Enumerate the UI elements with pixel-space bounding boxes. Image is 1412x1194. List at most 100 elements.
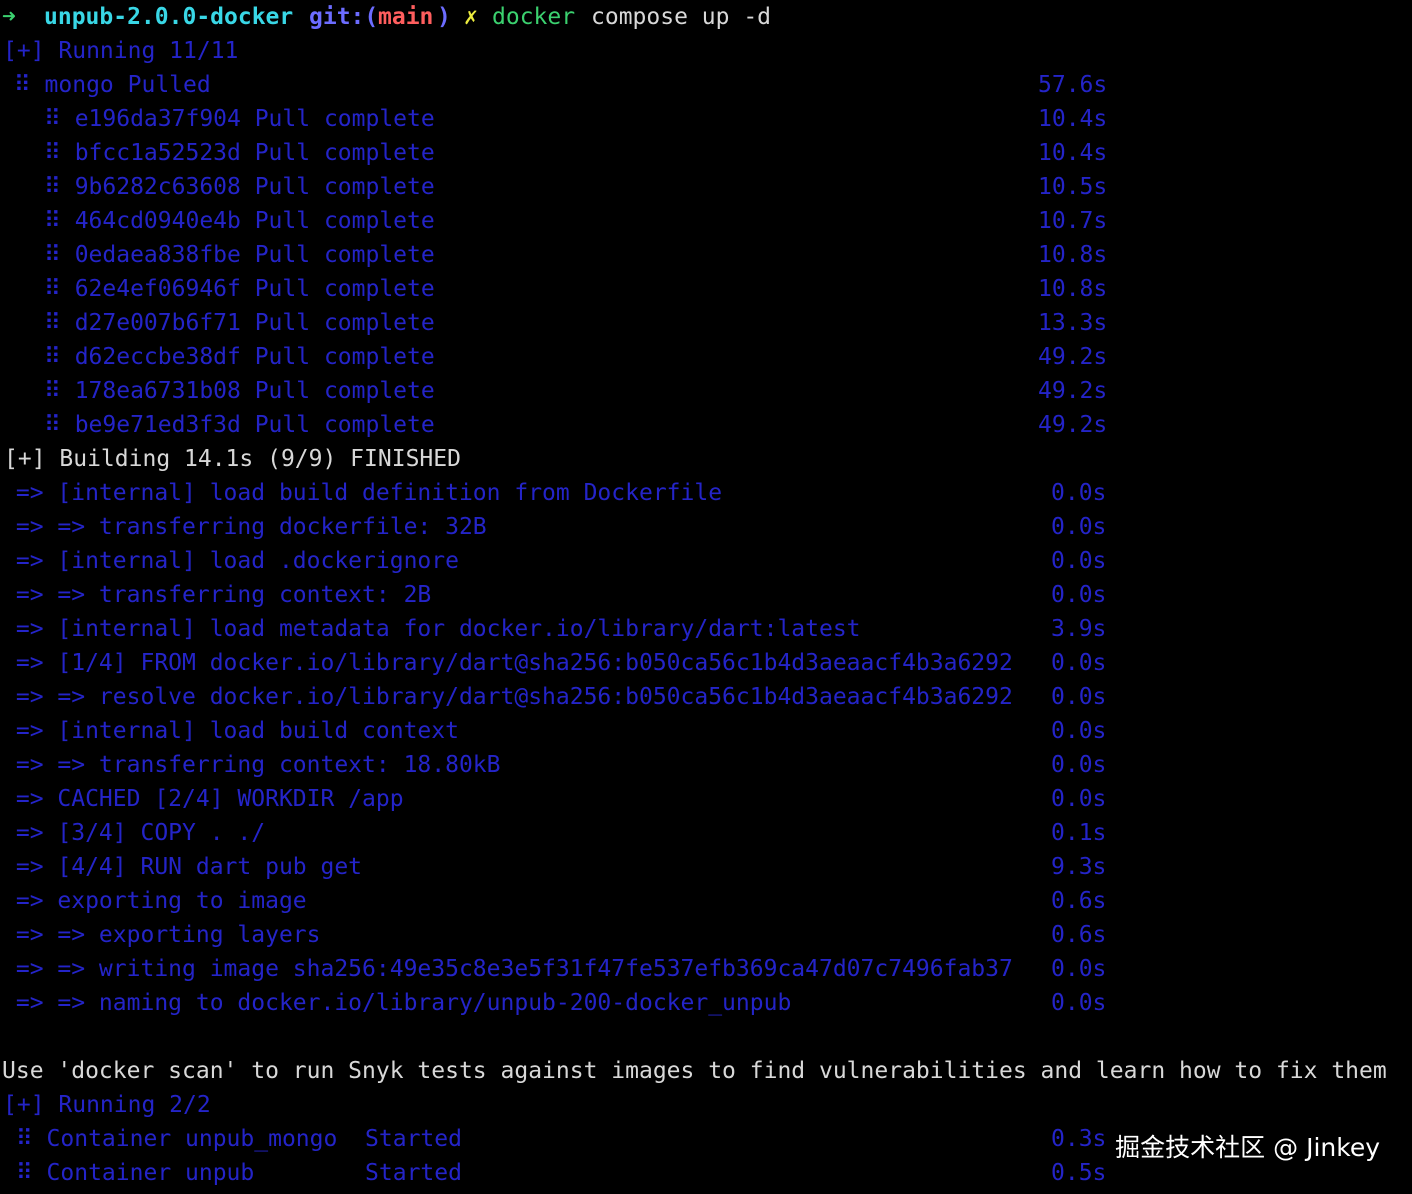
prompt-dirty-icon: ✗ [464,4,478,30]
pull-layer-row-time: 10.5s [1038,174,1108,200]
build-step-row-text: => [internal] load build context [2,718,459,744]
build-step-row-text: => => resolve docker.io/library/dart@sha… [2,684,1013,710]
build-step-row-time: 0.0s [1051,548,1107,574]
build-step-row: => => writing image sha256:49e35c8e3e5f3… [0,952,1412,986]
build-step-row: => => exporting layers 0.6s [0,918,1412,952]
build-step-row-time: 0.0s [1051,684,1107,710]
container-row-text: ⠿ Container unpub_mongo Started [2,1126,462,1152]
build-step-row: => [internal] load .dockerignore 0.0s [0,544,1412,578]
mongo-pulled-label: ⠿ mongo Pulled [0,72,211,98]
running2-header: [+] Running 2/2 [3,1092,211,1118]
pull-layer-row-time: 10.8s [1038,276,1108,302]
pull-layer-row: ⠿ e196da37f904 Pull complete 10.4s [0,102,1412,136]
prompt-git-close: ) [437,4,451,30]
build-step-row: => [4/4] RUN dart pub get 9.3s [0,850,1412,884]
build-step-row-text: => [3/4] COPY . ./ [2,820,266,846]
build-step-row-time: 0.6s [1051,888,1107,914]
pull-layer-row: ⠿ d27e007b6f71 Pull complete 13.3s [0,306,1412,340]
pull-layer-row-time: 10.8s [1038,242,1108,268]
pull-layer-row: ⠿ bfcc1a52523d Pull complete 10.4s [0,136,1412,170]
build-step-row-text: => => exporting layers [2,922,321,948]
pull-layer-row-text: ⠿ 0edaea838fbe Pull complete [44,242,435,268]
pull-layer-row: ⠿ 178ea6731b08 Pull complete 49.2s [0,374,1412,408]
command-args: compose up -d [591,4,772,30]
build-step-row-text: => [internal] load metadata for docker.i… [2,616,861,642]
build-step-row: => [3/4] COPY . ./ 0.1s [0,816,1412,850]
build-step-row-text: => [4/4] RUN dart pub get [2,854,363,880]
container-row-time: 0.5s [1051,1160,1107,1186]
build-step-row-text: => [internal] load .dockerignore [2,548,459,574]
build-step-row: => [internal] load build definition from… [0,476,1412,510]
pull-layer-row: ⠿ 0edaea838fbe Pull complete 10.8s [0,238,1412,272]
prompt-directory: unpub-2.0.0-docker [44,4,294,30]
build-step-row: => => transferring dockerfile: 32B 0.0s [0,510,1412,544]
prompt-git-branch: main [378,4,434,30]
build-step-row-text: => => writing image sha256:49e35c8e3e5f3… [2,956,1013,982]
build-step-row: => CACHED [2/4] WORKDIR /app 0.0s [0,782,1412,816]
build-step-row: => => transferring context: 2B 0.0s [0,578,1412,612]
pull-layer-row-time: 49.2s [1038,412,1108,438]
build-step-row-time: 0.0s [1051,514,1107,540]
pull-layer-row: ⠿ be9e71ed3f3d Pull complete 49.2s [0,408,1412,442]
build-step-row-text: => => transferring context: 2B [2,582,432,608]
prompt-line: ➜ unpub-2.0.0-docker git:( main ) ✗ dock… [0,0,771,34]
container-row-time: 0.3s [1051,1126,1107,1152]
build-step-row-text: => => transferring dockerfile: 32B [2,514,487,540]
build-step-row-text: => [internal] load build definition from… [2,480,723,506]
build-step-row: => [internal] load build context 0.0s [0,714,1412,748]
build-step-row-time: 0.6s [1051,922,1107,948]
build-step-row-time: 0.0s [1051,786,1107,812]
build-step-row: => => resolve docker.io/library/dart@sha… [0,680,1412,714]
prompt-arrow-icon: ➜ [2,4,16,30]
prompt-git-label: git:( [309,4,379,30]
build-step-row: => [1/4] FROM docker.io/library/dart@sha… [0,646,1412,680]
pull-layer-row-time: 49.2s [1038,344,1108,370]
mongo-pulled-line: ⠿ mongo Pulled 57.6s [0,68,1412,102]
command-name: docker [492,4,576,30]
container-row-text: ⠿ Container unpub Started [2,1160,462,1186]
build-step-row-time: 9.3s [1051,854,1107,880]
pull-layer-row-text: ⠿ d62eccbe38df Pull complete [44,344,435,370]
build-step-row: => => naming to docker.io/library/unpub-… [0,986,1412,1020]
pull-layer-row-text: ⠿ 62e4ef06946f Pull complete [44,276,435,302]
build-step-row-time: 0.0s [1051,956,1107,982]
build-step-row-time: 0.0s [1051,990,1107,1016]
pull-layer-row: ⠿ d62eccbe38df Pull complete 49.2s [0,340,1412,374]
watermark: 掘金技术社区 @ Jinkey [1115,1133,1380,1162]
build-step-row-text: => exporting to image [2,888,307,914]
build-step-row-text: => => naming to docker.io/library/unpub-… [2,990,792,1016]
build-step-row-time: 0.0s [1051,718,1107,744]
build-step-row-text: => CACHED [2/4] WORKDIR /app [2,786,404,812]
pull-layer-row-text: ⠿ be9e71ed3f3d Pull complete [44,412,435,438]
running-header: [+] Running 11/11 [3,38,239,64]
terminal-window[interactable]: ➜ unpub-2.0.0-docker git:( main ) ✗ dock… [0,0,1412,1194]
pull-layer-row: ⠿ 9b6282c63608 Pull complete 10.5s [0,170,1412,204]
build-step-row: => exporting to image 0.6s [0,884,1412,918]
build-step-row-time: 3.9s [1051,616,1107,642]
snyk-message: Use 'docker scan' to run Snyk tests agai… [2,1058,1387,1084]
mongo-pulled-time: 57.6s [1038,72,1108,98]
build-step-row-time: 0.1s [1051,820,1107,846]
pull-layer-row-time: 10.4s [1038,106,1108,132]
pull-layer-row-text: ⠿ 178ea6731b08 Pull complete [44,378,435,404]
pull-layer-row-text: ⠿ 9b6282c63608 Pull complete [44,174,435,200]
pull-layer-row-time: 10.4s [1038,140,1108,166]
pull-layer-row-text: ⠿ bfcc1a52523d Pull complete [44,140,435,166]
pull-layer-row-time: 49.2s [1038,378,1108,404]
build-step-row-time: 0.0s [1051,582,1107,608]
pull-layer-row: ⠿ 464cd0940e4b Pull complete 10.7s [0,204,1412,238]
pull-layer-row-text: ⠿ 464cd0940e4b Pull complete [44,208,435,234]
building-header: [+] Building 14.1s (9/9) FINISHED [4,446,461,472]
build-step-row-time: 0.0s [1051,480,1107,506]
pull-layer-row: ⠿ 62e4ef06946f Pull complete 10.8s [0,272,1412,306]
pull-layer-row-time: 10.7s [1038,208,1108,234]
build-step-row-text: => [1/4] FROM docker.io/library/dart@sha… [2,650,1013,676]
build-step-row: => [internal] load metadata for docker.i… [0,612,1412,646]
build-step-row-time: 0.0s [1051,650,1107,676]
pull-layer-row-text: ⠿ e196da37f904 Pull complete [44,106,435,132]
pull-layer-row-text: ⠿ d27e007b6f71 Pull complete [44,310,435,336]
build-step-row-time: 0.0s [1051,752,1107,778]
build-step-row-text: => => transferring context: 18.80kB [2,752,501,778]
build-step-row: => => transferring context: 18.80kB 0.0s [0,748,1412,782]
pull-layer-row-time: 13.3s [1038,310,1108,336]
